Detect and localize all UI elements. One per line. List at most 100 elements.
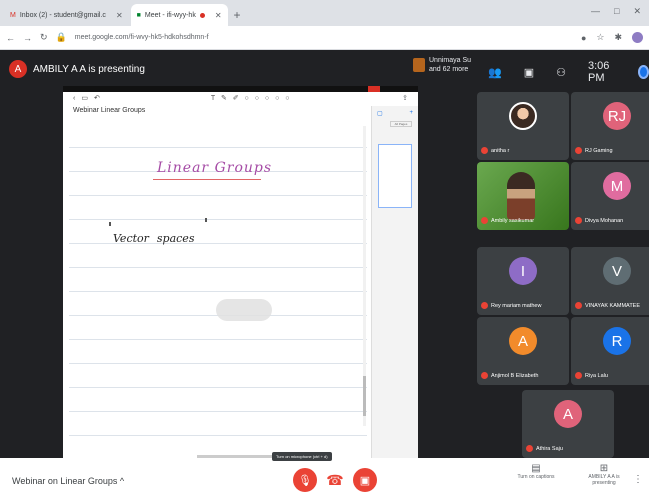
- mic-off-icon: [575, 302, 582, 309]
- captions-button[interactable]: ▤ Turn on captions: [512, 463, 560, 481]
- scrollbar-thumb[interactable]: [363, 376, 366, 416]
- url-field[interactable]: meet.google.com/fi-wvy-hk5-hdkohsdhmn-f: [75, 34, 573, 41]
- margin-mark: [205, 218, 207, 222]
- participant-avatar: [509, 102, 537, 130]
- page-thumbnail[interactable]: [378, 144, 412, 208]
- shared-presentation: ‹ ▭ ↶ T ✎ ✐ ○ ○ ○ ○ ○ ⇪ Webinar Linear G…: [63, 86, 418, 458]
- participant-thumb: [413, 58, 425, 72]
- presenting-label: AMBILY A A is presenting: [33, 63, 145, 75]
- maximize-button[interactable]: □: [614, 6, 619, 17]
- mic-off-icon: [481, 217, 488, 224]
- chevron-up-icon: ^: [119, 476, 125, 486]
- presenting-label: AMBILY A A is presenting: [588, 474, 620, 486]
- note-page: Linear Groups Vector spaces: [69, 124, 367, 444]
- top-right-icons: 👥 ▣ ⚇ 3:06 PM: [488, 60, 649, 84]
- close-icon[interactable]: ✕: [116, 11, 123, 20]
- captions-icon: ▤: [531, 463, 541, 474]
- participant-name: Rey mariam mathew: [491, 302, 542, 309]
- meet-icon: ■: [136, 11, 141, 19]
- participant-tile[interactable]: M Divya Mohanan: [571, 162, 649, 230]
- meet-top-bar: A AMBILY A A is presenting Unnimaya Su a…: [0, 50, 649, 88]
- tab-label: Inbox (2) - student@gmail.c: [19, 11, 106, 19]
- window-controls: — □ ✕: [591, 6, 641, 17]
- handwritten-heading: Linear Groups: [157, 160, 273, 176]
- participant-tile[interactable]: R Riya Lalu: [571, 317, 649, 385]
- minimize-button[interactable]: —: [591, 6, 600, 17]
- undo-icon[interactable]: ↶: [94, 94, 100, 102]
- forward-icon[interactable]: →: [23, 33, 32, 43]
- others-presenting[interactable]: Unnimaya Su and 62 more: [413, 56, 479, 74]
- notes-toolbar: ‹ ▭ ↶ T ✎ ✐ ○ ○ ○ ○ ○ ⇪: [63, 92, 418, 104]
- pen-tools[interactable]: T ✎ ✐ ○ ○ ○ ○ ○: [211, 94, 292, 102]
- hang-up-icon: ☎: [326, 471, 344, 488]
- mic-off-icon: [481, 372, 488, 379]
- browser-tab-bar: M Inbox (2) - student@gmail.c ✕ ■ Meet -…: [0, 0, 649, 26]
- presenting-button[interactable]: ⊞ AMBILY A A is presenting: [580, 464, 628, 487]
- participant-avatar: M: [603, 172, 631, 200]
- participant-avatar: V: [603, 257, 631, 285]
- new-tab-button[interactable]: +: [234, 4, 241, 26]
- heading-underline: [153, 179, 261, 180]
- meeting-details-button[interactable]: Webinar on Linear Groups ^: [12, 476, 124, 486]
- activities-icon[interactable]: ⚇: [556, 66, 566, 79]
- others-label: Unnimaya Su and 62 more: [429, 57, 472, 73]
- presenter-avatar: A: [9, 60, 27, 78]
- participant-name: Riya Lalu: [585, 372, 608, 379]
- all-pages-tab[interactable]: All Pages: [390, 121, 412, 127]
- camera-button[interactable]: ▣: [353, 468, 377, 492]
- camera-icon[interactable]: ●: [581, 33, 586, 43]
- leave-call-button[interactable]: ☎: [323, 468, 347, 492]
- participant-tile[interactable]: RJ RJ Gaming: [571, 92, 649, 160]
- participant-name: anitha r: [491, 147, 510, 154]
- camera-off-icon: ▣: [359, 474, 371, 487]
- back-icon[interactable]: ←: [6, 33, 15, 43]
- participant-name: RJ Gaming: [585, 147, 613, 154]
- mic-tooltip: Turn on microphone (ctrl + d): [272, 452, 332, 461]
- participant-name: VINAYAK KAMMATEE: [585, 302, 641, 309]
- back-icon[interactable]: ‹: [73, 95, 75, 102]
- lock-icon: 🔒: [55, 32, 67, 42]
- bottom-control-bar: Webinar on Linear Groups ^ Turn on micro…: [0, 452, 649, 504]
- participant-tile[interactable]: A Athira Saju: [522, 390, 614, 458]
- clock: 3:06 PM: [587, 60, 610, 84]
- participant-tile[interactable]: I Rey mariam mathew: [477, 247, 569, 315]
- participant-avatar: A: [554, 400, 582, 428]
- close-icon[interactable]: ✕: [215, 11, 222, 20]
- chat-icon[interactable]: ▣: [524, 66, 534, 79]
- gmail-icon: M: [10, 11, 16, 19]
- participant-video: [507, 172, 535, 220]
- mic-off-icon: [575, 372, 582, 379]
- tab-meet[interactable]: ■ Meet - ifi-wyy-hk ✕: [130, 4, 228, 26]
- mic-off-icon: 🎙: [298, 474, 312, 487]
- close-window-button[interactable]: ✕: [633, 6, 641, 17]
- participant-avatar: R: [603, 327, 631, 355]
- page-navigator[interactable]: [216, 299, 272, 321]
- reload-icon[interactable]: ↻: [40, 32, 48, 43]
- participant-tile[interactable]: anitha r: [477, 92, 569, 160]
- add-page-icon[interactable]: +: [409, 110, 413, 117]
- participant-tile[interactable]: A Anjimol B Elizabeth: [477, 317, 569, 385]
- microphone-button[interactable]: 🎙: [293, 468, 317, 492]
- address-bar: ← → ↻ 🔒 meet.google.com/fi-wvy-hk5-hdkoh…: [0, 26, 649, 50]
- extensions-icon[interactable]: ✱: [614, 32, 622, 43]
- self-avatar[interactable]: [638, 65, 649, 79]
- sidebar-icon[interactable]: ▭: [81, 94, 88, 102]
- people-icon[interactable]: 👥: [488, 66, 502, 79]
- page-thumbnails-panel: ▢ + All Pages: [371, 106, 418, 458]
- meeting-name: Webinar on Linear Groups: [12, 476, 118, 486]
- participant-avatar: A: [509, 327, 537, 355]
- share-icon[interactable]: ⇪: [402, 94, 408, 102]
- tab-inbox[interactable]: M Inbox (2) - student@gmail.c ✕: [4, 4, 129, 26]
- mic-off-icon: [481, 302, 488, 309]
- mic-off-icon: [575, 147, 582, 154]
- recording-icon: [199, 12, 205, 18]
- star-icon[interactable]: ☆: [596, 32, 604, 43]
- participant-tile[interactable]: V VINAYAK KAMMATEE: [571, 247, 649, 315]
- mic-off-icon: [575, 217, 582, 224]
- participant-tile[interactable]: Ambily sasikumar: [477, 162, 569, 230]
- participant-name: Divya Mohanan: [585, 217, 624, 224]
- grid-icon[interactable]: ▢: [377, 110, 383, 117]
- more-options-icon[interactable]: ⋮: [633, 474, 643, 485]
- profile-avatar[interactable]: [632, 32, 643, 43]
- note-title: Webinar Linear Groups: [73, 107, 146, 114]
